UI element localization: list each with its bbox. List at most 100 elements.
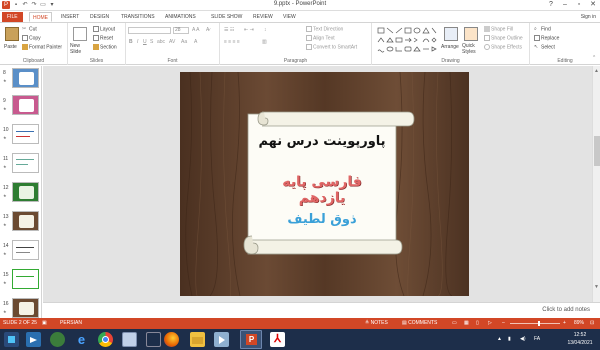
powerpoint-taskbar-button[interactable]: P bbox=[240, 330, 262, 349]
notes-placeholder[interactable]: Click to add notes bbox=[542, 307, 590, 313]
clock-time[interactable]: 12:52 bbox=[563, 332, 597, 338]
zoom-level[interactable]: 89% bbox=[574, 320, 584, 326]
current-slide[interactable]: پاورپوینت درس نهم فارسی پایه یازدهم ذوق … bbox=[180, 72, 469, 296]
acrobat-icon[interactable]: ⅄ bbox=[270, 332, 285, 347]
tab-view[interactable]: VIEW bbox=[280, 12, 299, 22]
help-icon[interactable]: ? bbox=[544, 0, 558, 10]
cut-button[interactable]: ✂ Cut bbox=[22, 26, 37, 32]
align-text-button[interactable]: Align Text bbox=[306, 35, 335, 41]
layout-button[interactable]: Layout bbox=[93, 26, 115, 32]
find-button[interactable]: ⌕ Find bbox=[534, 26, 551, 32]
bold-icon[interactable]: B bbox=[129, 39, 133, 45]
bullets-icon[interactable]: ☰ ☷ bbox=[224, 27, 234, 33]
paste-button[interactable]: Paste bbox=[4, 44, 17, 50]
shapes-gallery-icon[interactable] bbox=[376, 26, 438, 54]
media-player-icon[interactable] bbox=[214, 332, 229, 347]
shape-fill-button[interactable]: Shape Fill bbox=[484, 26, 513, 32]
tab-review[interactable]: REVIEW bbox=[250, 12, 276, 22]
slideshow-view-icon[interactable]: ▷ bbox=[488, 320, 492, 326]
italic-icon[interactable]: I bbox=[137, 39, 138, 45]
section-button[interactable]: Section bbox=[93, 44, 117, 50]
convert-smartart-button[interactable]: Convert to SmartArt bbox=[306, 44, 357, 50]
tab-insert[interactable]: INSERT bbox=[58, 12, 82, 22]
keyboard-language[interactable]: FA bbox=[534, 336, 540, 342]
reset-button[interactable]: Reset bbox=[93, 35, 113, 41]
text-direction-button[interactable]: Text Direction bbox=[306, 26, 343, 32]
copy-button[interactable]: Copy bbox=[22, 35, 41, 41]
strikethrough-icon[interactable]: abc bbox=[157, 39, 165, 45]
columns-icon[interactable]: ▥ bbox=[262, 39, 267, 45]
tab-animations[interactable]: ANIMATIONS bbox=[162, 12, 199, 22]
slide-thumbnail-pane[interactable]: 8 ★ 9 ★ 10 ★ 11 ★ 12 ★ 13 ★ 14 ★ 15 ★ 16… bbox=[0, 66, 42, 318]
fit-slide-icon[interactable]: ⊡ bbox=[590, 320, 594, 326]
change-case-icon[interactable]: Aa bbox=[181, 39, 187, 45]
tab-slide-show[interactable]: SLIDE SHOW bbox=[208, 12, 245, 22]
shadow-icon[interactable]: S bbox=[150, 39, 153, 45]
chrome-icon[interactable] bbox=[98, 332, 113, 347]
minimize-icon[interactable]: – bbox=[558, 0, 572, 10]
shape-effects-button[interactable]: Shape Effects bbox=[484, 44, 522, 50]
reading-view-icon[interactable]: ▯ bbox=[476, 320, 479, 326]
proofing-icon[interactable]: ▣ bbox=[42, 320, 47, 326]
slide-lesson-name[interactable]: ذوق لطیف bbox=[258, 212, 386, 227]
quick-styles-button[interactable]: Quick Styles bbox=[462, 43, 482, 55]
vertical-scrollbar[interactable]: ▲ ▼ bbox=[592, 66, 600, 302]
slide-subtitle[interactable]: فارسی پایه یازدهم bbox=[258, 174, 386, 206]
zoom-in-icon[interactable]: + bbox=[563, 320, 566, 326]
tab-design[interactable]: DESIGN bbox=[87, 12, 112, 22]
tab-file[interactable]: FILE bbox=[2, 12, 23, 22]
char-spacing-icon[interactable]: AV bbox=[169, 39, 175, 45]
language-indicator[interactable]: PERSIAN bbox=[60, 320, 82, 326]
firefox-icon[interactable] bbox=[164, 332, 179, 347]
slide-sorter-icon[interactable]: ▦ bbox=[464, 320, 469, 326]
file-explorer-icon[interactable] bbox=[190, 332, 205, 347]
tray-expand-icon[interactable]: ▲ bbox=[497, 336, 502, 342]
close-icon[interactable]: ✕ bbox=[586, 0, 600, 10]
scroll-up-icon[interactable]: ▲ bbox=[594, 68, 599, 74]
zoom-out-icon[interactable]: – bbox=[502, 320, 505, 326]
scroll-thumb[interactable] bbox=[594, 136, 600, 166]
zoom-slider-thumb[interactable] bbox=[538, 321, 540, 326]
tab-transitions[interactable]: TRANSITIONS bbox=[118, 12, 158, 22]
zoom-slider[interactable] bbox=[510, 321, 560, 326]
desktop-icon[interactable] bbox=[146, 332, 161, 347]
line-spacing-icon[interactable]: ↕ bbox=[264, 27, 267, 33]
quick-styles-icon[interactable] bbox=[464, 27, 478, 41]
collapse-ribbon-icon[interactable]: ⌃ bbox=[592, 55, 596, 61]
align-icons[interactable]: ≡ ≡ ≡ ≡ bbox=[224, 39, 240, 45]
replace-button[interactable]: Replace bbox=[534, 35, 559, 41]
paste-icon[interactable] bbox=[5, 27, 19, 41]
volume-tray-icon[interactable]: ◀) bbox=[520, 336, 526, 342]
maximize-icon[interactable]: ▫ bbox=[572, 0, 586, 10]
new-slide-button[interactable]: New Slide bbox=[70, 43, 92, 55]
network-app-icon[interactable] bbox=[50, 332, 65, 347]
font-color-icon[interactable]: A bbox=[194, 39, 197, 45]
select-button[interactable]: ↖ Select bbox=[534, 44, 555, 50]
sign-in-link[interactable]: Sign in bbox=[581, 12, 596, 22]
slide-counter: SLIDE 2 OF 25 bbox=[3, 320, 37, 326]
network-tray-icon[interactable]: ▮ bbox=[508, 336, 511, 342]
clock-date[interactable]: 13/04/2021 bbox=[563, 340, 597, 346]
scroll-down-icon[interactable]: ▼ bbox=[594, 284, 599, 290]
notes-toggle[interactable]: ≜ NOTES bbox=[365, 320, 388, 326]
slide-title[interactable]: پاورپوینت درس نهم bbox=[258, 134, 386, 149]
indent-icon[interactable]: ⇤ ⇥ bbox=[244, 27, 254, 33]
shape-outline-button[interactable]: Shape Outline bbox=[484, 35, 523, 41]
grow-font-icon[interactable]: A A bbox=[192, 27, 200, 33]
font-size-select[interactable]: 28 bbox=[173, 27, 189, 34]
comments-toggle[interactable]: ▤ COMMENTS bbox=[402, 320, 437, 326]
start-button-icon[interactable] bbox=[4, 332, 19, 347]
format-painter-button[interactable]: Format Painter bbox=[22, 44, 62, 50]
normal-view-icon[interactable]: ▭ bbox=[452, 320, 457, 326]
underline-icon[interactable]: U bbox=[143, 39, 147, 45]
arrange-button[interactable]: Arrange bbox=[441, 44, 459, 50]
notes-pane[interactable]: Click to add notes bbox=[43, 302, 600, 318]
internet-explorer-icon[interactable]: e bbox=[74, 332, 89, 347]
font-name-select[interactable] bbox=[128, 27, 171, 34]
new-slide-icon[interactable] bbox=[73, 27, 87, 41]
virtual-machine-icon[interactable] bbox=[122, 332, 137, 347]
arrange-icon[interactable] bbox=[444, 27, 458, 41]
clear-format-icon[interactable]: A̷ bbox=[206, 27, 209, 33]
telegram-icon[interactable] bbox=[26, 332, 41, 347]
tab-home[interactable]: HOME bbox=[29, 12, 52, 22]
